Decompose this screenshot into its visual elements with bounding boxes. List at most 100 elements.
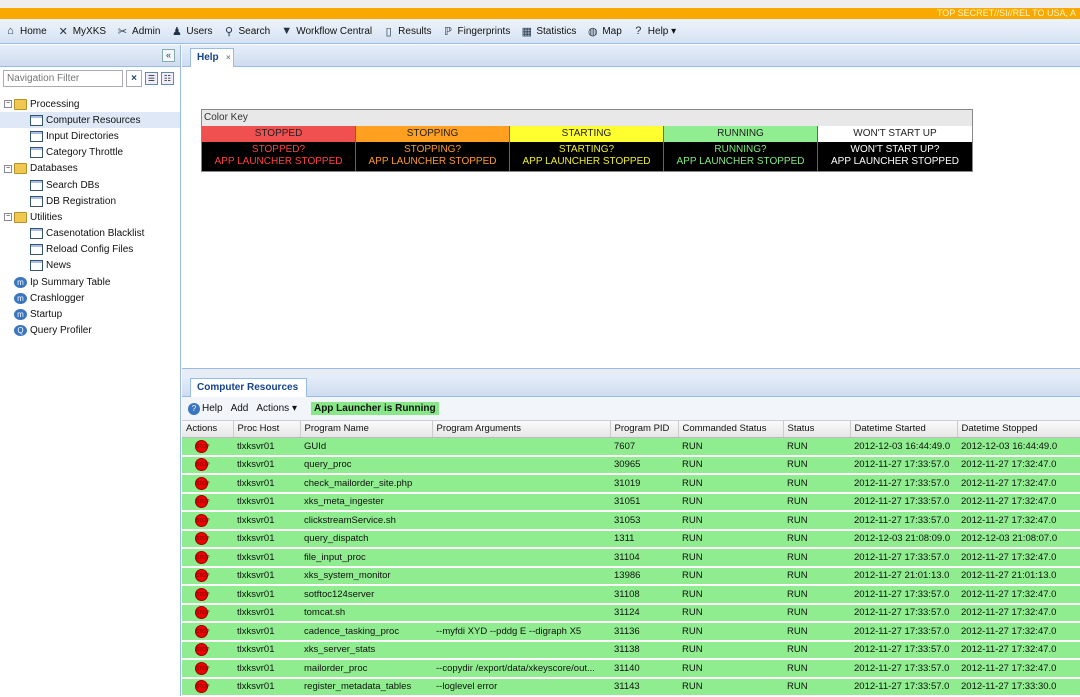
clear-filter-button[interactable]: × [126,70,142,87]
toolbar-help-button[interactable]: ? Help ▾ [632,25,676,38]
stop-icon[interactable]: STOP [195,439,210,453]
column-header[interactable]: Datetime Stopped [957,421,1080,438]
tree-item-input-directories[interactable]: Input Directories [0,128,180,144]
table-cell: 7607 [610,437,678,457]
collapse-all-icon[interactable]: ☰ [145,72,158,85]
table-row[interactable]: STOP tlxksvr01 mailorder_proc --copydir /ex… [182,659,1080,679]
stop-icon[interactable]: STOP [195,624,210,638]
column-header[interactable]: Proc Host [233,421,301,438]
folder-icon [14,211,27,223]
table-cell: 31138 [610,640,678,660]
color-key-swatch: WON'T START UP [818,126,972,142]
table-row[interactable]: STOP tlxksvr01 clickstreamService.sh 31053 R… [182,511,1080,531]
color-key-question: RUNNING? [714,144,767,155]
table-cell: RUN [783,455,850,475]
tree-item-processing[interactable]: − Processing [0,96,180,112]
expand-all-icon[interactable]: ☷ [161,72,174,85]
stop-icon[interactable]: STOP [195,587,210,601]
table-cell [432,566,610,586]
color-key-subtext: APP LAUNCHER STOPPED [522,156,651,167]
tree-item-category-throttle[interactable]: Category Throttle [0,145,180,161]
tab-help[interactable]: Help × [190,48,234,67]
column-header[interactable]: Status [783,421,851,438]
table-row[interactable]: STOP tlxksvr01 xks_meta_ingester 31051 RUN RU… [182,492,1080,512]
stop-icon[interactable]: STOP [195,680,210,694]
tree-item-db-registration[interactable]: DB Registration [0,193,180,209]
color-key-title: Color Key [202,110,972,126]
actions-cell: STOP [182,677,233,697]
color-key-subtext: APP LAUNCHER STOPPED [676,156,805,167]
table-row[interactable]: STOP tlxksvr01 check_mailorder_site.php 310… [182,474,1080,494]
toolbar-workflow-button[interactable]: ▼ Workflow Central [280,25,372,38]
toolbar-statistics-button[interactable]: ▦ Statistics [520,25,577,38]
column-header[interactable]: Program Name [300,421,433,438]
table-cell [432,585,610,605]
color-key-subtext: APP LAUNCHER STOPPED [830,156,959,167]
table-row[interactable]: STOP tlxksvr01 GUId 7607 RUN RUN 2012-12-03 16… [182,437,1080,457]
close-tab-icon[interactable]: × [226,49,231,67]
table-row[interactable]: STOP tlxksvr01 file_input_proc 31104 RUN RUN 2… [182,548,1080,568]
collapse-node-icon[interactable]: − [4,164,12,173]
table-row[interactable]: STOP tlxksvr01 sotftoc124server 31108 RUN RUN… [182,585,1080,605]
table-cell: RUN [678,492,783,512]
table-row[interactable]: STOP tlxksvr01 register_metadata_tables --l… [182,677,1080,697]
color-key-launcher-stopped: STOPPED? APP LAUNCHER STOPPED [202,142,356,171]
stop-icon[interactable]: STOP [195,643,210,657]
stop-icon[interactable]: STOP [195,476,210,490]
actions-menu-button[interactable]: Actions ▾ [256,403,297,414]
actions-cell: STOP [182,640,233,660]
tree-item-query-profiler[interactable]: Q Query Profiler [0,323,180,339]
stop-icon[interactable]: STOP [195,458,210,472]
toolbar-users-button[interactable]: ♟ Users [170,25,213,38]
tree-item-databases[interactable]: − Databases [0,161,180,177]
column-header[interactable]: Actions [182,421,234,438]
tree-item-search-dbs[interactable]: Search DBs [0,177,180,193]
toolbar-myxks-button[interactable]: ✕ MyXKS [57,25,106,38]
tree-item-utilities[interactable]: − Utilities [0,209,180,225]
stop-icon[interactable]: STOP [195,569,210,583]
toolbar-home-button[interactable]: ⌂ Home [4,25,47,38]
table-cell: 2012-11-27 17:32:47.0 [957,659,1080,679]
tree-item-computer-resources[interactable]: Computer Resources [0,112,180,129]
column-header[interactable]: Program Arguments [432,421,611,438]
add-button[interactable]: Add [231,403,249,414]
help-button[interactable]: ? Help [188,402,223,415]
tree-item-startup[interactable]: m Startup [0,306,180,322]
collapse-node-icon[interactable]: − [4,213,12,222]
column-header[interactable]: Commanded Status [678,421,784,438]
table-row[interactable]: STOP tlxksvr01 query_proc 30965 RUN RUN 2012-1… [182,455,1080,475]
table-row[interactable]: STOP tlxksvr01 cadence_tasking_proc --myfdi… [182,622,1080,642]
tree-item-reload-config-files[interactable]: Reload Config Files [0,242,180,258]
toolbar-results-button[interactable]: ▯ Results [382,25,432,38]
stop-icon[interactable]: STOP [195,532,210,546]
column-header[interactable]: Program PID [610,421,679,438]
stop-icon[interactable]: STOP [195,513,210,527]
tree-item-crashlogger[interactable]: m Crashlogger [0,290,180,306]
toolbar-search-button[interactable]: ⚲ Search [223,25,270,38]
column-header[interactable]: Datetime Started [850,421,958,438]
stop-icon[interactable]: STOP [195,550,210,564]
toolbar-admin-button[interactable]: ✂ Admin [116,25,160,38]
tree-item-news[interactable]: News [0,258,180,274]
toolbar-map-button[interactable]: ◍ Map [586,25,622,38]
tree-item-casenotation-blacklist[interactable]: Casenotation Blacklist [0,226,180,242]
stop-icon[interactable]: STOP [195,661,210,675]
tab-computer-resources[interactable]: Computer Resources [190,378,308,397]
table-cell: RUN [678,437,783,457]
collapse-panel-button[interactable]: « [162,49,175,62]
table-row[interactable]: STOP tlxksvr01 xks_server_stats 31138 RUN RUN… [182,640,1080,660]
stop-icon[interactable]: STOP [195,606,210,620]
toolbar-fingerprints-button[interactable]: ℙ Fingerprints [442,25,510,38]
collapse-node-icon[interactable]: − [4,100,12,109]
stop-icon[interactable]: STOP [195,495,210,509]
table-cell: 2012-11-27 17:33:57.0 [850,659,957,679]
list-icon [30,147,43,159]
navigation-filter-input[interactable] [3,70,123,87]
table-row[interactable]: STOP tlxksvr01 query_dispatch 1311 RUN RUN 201… [182,529,1080,549]
tree-item-ip-summary-table[interactable]: m Ip Summary Table [0,274,180,290]
table-cell: RUN [678,455,783,475]
table-cell: 31051 [610,492,678,512]
table-row[interactable]: STOP tlxksvr01 tomcat.sh 31124 RUN RUN 2012-11… [182,603,1080,623]
table-cell: RUN [678,474,783,494]
table-row[interactable]: STOP tlxksvr01 xks_system_monitor 13986 RUN R… [182,566,1080,586]
